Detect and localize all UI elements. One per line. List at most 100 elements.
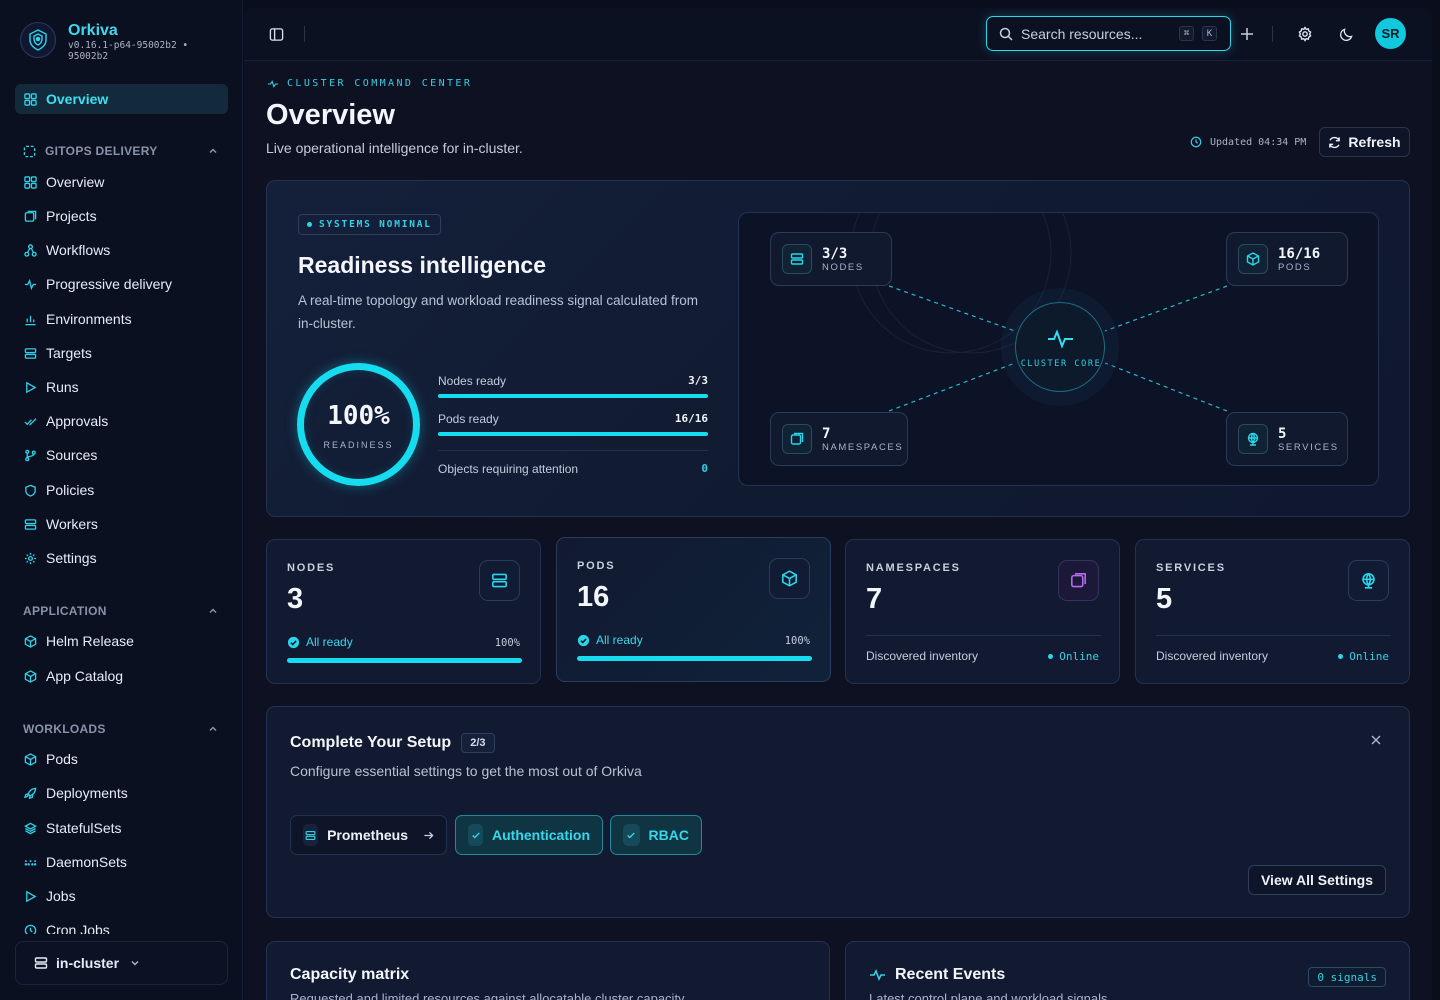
setup-step-prometheus[interactable]: Prometheus: [290, 815, 447, 855]
topology-panel: CLUSTER CORE 3/3 NODES 16/16 PODS 7 NAMESPA…: [738, 212, 1379, 486]
pulse-icon: [267, 79, 279, 89]
topbar: Search resources... ⌘ K SR: [244, 8, 1432, 61]
cube-icon: [1238, 244, 1268, 274]
chevron-up-icon: [207, 145, 219, 157]
stat-card-services[interactable]: SERVICES 5 Discovered inventory Online: [1135, 539, 1410, 684]
sidebar-item-label: Deployments: [46, 785, 128, 801]
brand[interactable]: Orkiva v0.16.1-p64-95002b2 • 95002b2: [20, 22, 218, 62]
status-badge-text: SYSTEMS NOMINAL: [319, 219, 432, 230]
sidebar-item-environments[interactable]: Environments: [15, 304, 228, 334]
setup-step-authentication[interactable]: Authentication: [455, 815, 603, 855]
chevron-down-icon: [129, 957, 141, 969]
gear-icon: [24, 552, 37, 565]
search-placeholder: Search resources...: [1021, 25, 1143, 42]
search-input[interactable]: Search resources... ⌘ K: [986, 16, 1231, 51]
arrow-right-icon: [423, 830, 434, 841]
setup-step-rbac[interactable]: RBAC: [610, 815, 702, 855]
sidebar-item-pods[interactable]: Pods: [15, 744, 228, 774]
section-title: WORKLOADS: [23, 722, 106, 736]
sidebar-item-label: Workflows: [46, 242, 111, 258]
ready-status: All ready: [577, 633, 643, 647]
sidebar-item-settings[interactable]: Settings: [15, 543, 228, 573]
refresh-button[interactable]: Refresh: [1319, 127, 1410, 157]
server-icon: [34, 956, 48, 970]
sidebar-item-cron-jobs[interactable]: Cron Jobs: [15, 915, 228, 934]
sidebar-item-runs[interactable]: Runs: [15, 372, 228, 402]
stat-label: NODES: [287, 562, 336, 574]
plus-icon[interactable]: [1237, 24, 1257, 44]
sidebar-item-approvals[interactable]: Approvals: [15, 406, 228, 436]
readiness-description: A real-time topology and workload readin…: [298, 293, 698, 331]
sidebar-item-label: StatefulSets: [46, 820, 122, 836]
sidebar-item-daemonsets[interactable]: DaemonSets: [15, 847, 228, 877]
stat-card-namespaces[interactable]: NAMESPACES 7 Discovered inventory Online: [845, 539, 1120, 684]
sidebar-overflow-clip: Cron Jobs: [0, 912, 243, 934]
stat-card-nodes[interactable]: NODES 3 All ready 100%: [266, 539, 541, 684]
divider: [304, 26, 305, 42]
server-icon: [24, 518, 37, 531]
topology-value: 7: [822, 425, 831, 442]
sidebar-item-overview-main[interactable]: Overview: [15, 84, 228, 114]
orkiva-logo-icon: [20, 22, 56, 58]
sidebar-item-policies[interactable]: Policies: [15, 475, 228, 505]
topology-label: NODES: [822, 261, 864, 273]
sidebar-item-workflows[interactable]: Workflows: [15, 235, 228, 265]
metric-attention: Objects requiring attention 0: [438, 462, 708, 476]
sidebar-item-progressive-delivery[interactable]: Progressive delivery: [15, 269, 228, 299]
sidebar-toggle-icon[interactable]: [266, 24, 286, 44]
sidebar-item-sources[interactable]: Sources: [15, 440, 228, 470]
server-icon: [782, 244, 812, 274]
cluster-name: in-cluster: [56, 955, 120, 971]
sidebar-item-deployments[interactable]: Deployments: [15, 778, 228, 808]
server-icon: [479, 560, 520, 601]
view-all-settings-button[interactable]: View All Settings: [1247, 865, 1386, 895]
chevron-up-icon: [207, 723, 219, 735]
topology-node-nodes[interactable]: 3/3 NODES: [770, 232, 892, 286]
eyebrow: CLUSTER COMMAND CENTER: [267, 78, 472, 89]
shield-icon: [24, 484, 37, 497]
divider: [866, 635, 1101, 636]
topology-node-services[interactable]: 5 SERVICES: [1226, 412, 1348, 466]
metric-label: Nodes ready: [438, 374, 507, 388]
online-text: Online: [1349, 650, 1389, 663]
sidebar-item-label: Sources: [46, 447, 98, 463]
readiness-label: READINESS: [323, 440, 394, 450]
sidebar-item-statefulsets[interactable]: StatefulSets: [15, 813, 228, 843]
close-icon[interactable]: [1370, 734, 1382, 746]
stat-value: 5: [1156, 583, 1173, 615]
gear-icon[interactable]: [1295, 24, 1315, 44]
topology-node-namespaces[interactable]: 7 NAMESPACES: [770, 412, 908, 466]
server-icon: [24, 347, 37, 360]
section-gitops-delivery[interactable]: GITOPS DELIVERY: [23, 142, 219, 160]
progress-bar: [438, 432, 708, 436]
search-icon: [999, 27, 1013, 41]
avatar[interactable]: SR: [1375, 18, 1406, 49]
divider: [438, 450, 708, 451]
sidebar-item-helm-release[interactable]: Helm Release: [15, 626, 228, 656]
recent-events-card: Recent Events Latest control plane and w…: [845, 941, 1410, 1000]
sidebar-item-targets[interactable]: Targets: [15, 338, 228, 368]
stat-footer: Discovered inventory: [1156, 649, 1269, 663]
sidebar-item-app-catalog[interactable]: App Catalog: [15, 661, 228, 691]
cluster-selector[interactable]: in-cluster: [15, 941, 228, 985]
moon-icon[interactable]: [1336, 24, 1356, 44]
sidebar-item-projects[interactable]: Projects: [15, 201, 228, 231]
topology-node-pods[interactable]: 16/16 PODS: [1226, 232, 1348, 286]
online-text: Online: [1059, 650, 1099, 663]
sidebar-item-overview[interactable]: Overview: [15, 167, 228, 197]
grid-icon: [24, 175, 37, 189]
status-dot: [1048, 654, 1054, 659]
refresh-icon: [1328, 136, 1341, 149]
globe-icon: [1238, 424, 1268, 454]
check-icon: [623, 824, 640, 846]
eyebrow-text: CLUSTER COMMAND CENTER: [287, 78, 473, 89]
status-dot: [1338, 654, 1344, 659]
stat-card-pods[interactable]: PODS 16 All ready 100%: [556, 537, 831, 682]
progress-bar: [577, 656, 812, 661]
cube-icon: [24, 669, 37, 683]
sidebar-item-jobs[interactable]: Jobs: [15, 881, 228, 911]
sidebar-item-workers[interactable]: Workers: [15, 509, 228, 539]
divider: [1272, 26, 1273, 42]
section-application[interactable]: APPLICATION: [23, 602, 219, 620]
section-workloads[interactable]: WORKLOADS: [23, 720, 219, 738]
